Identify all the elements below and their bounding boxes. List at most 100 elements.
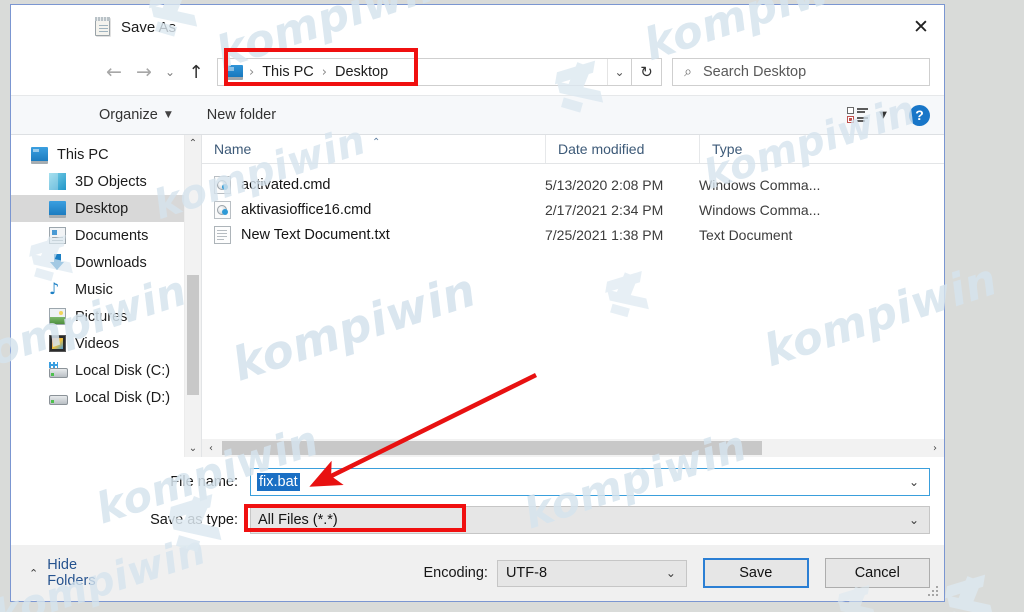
hide-folders-button[interactable]: ⌃ Hide Folders (29, 557, 123, 589)
sidebar-list: This PC 3D Objects Desktop Documents Downloa… (11, 135, 184, 457)
sidebar-item-desktop[interactable]: Desktop (11, 195, 184, 222)
sidebar-item-3d-objects[interactable]: 3D Objects (11, 168, 184, 195)
column-header-type[interactable]: Type (699, 135, 944, 163)
chevron-down-icon[interactable]: ⌄ (666, 566, 676, 580)
file-name-cell[interactable]: New Text Document.txt (202, 225, 545, 244)
filename-input[interactable]: fix.bat ⌄ (250, 468, 930, 496)
file-type-cell: Windows Comma... (699, 201, 821, 218)
file-name-text: activated.cmd (241, 176, 331, 193)
savetype-row: Save as type: All Files (*.*) ⌄ (11, 505, 944, 535)
view-layout-icon[interactable] (847, 107, 869, 123)
sidebar-item-label: Local Disk (D:) (75, 389, 171, 406)
scroll-up-icon[interactable]: ⌃ (185, 135, 201, 152)
sidebar-item-label: Documents (75, 227, 149, 244)
savetype-select[interactable]: All Files (*.*) ⌄ (250, 506, 930, 534)
filename-value[interactable]: fix.bat (257, 473, 300, 491)
encoding-group: Encoding: UTF-8 ⌄ (423, 559, 687, 587)
save-button[interactable]: Save (702, 558, 809, 588)
sidebar-item-label: Pictures (75, 308, 128, 325)
file-name-text: New Text Document.txt (241, 226, 390, 243)
resize-grip[interactable] (928, 586, 939, 597)
new-folder-button[interactable]: New folder (207, 107, 276, 123)
sidebar-item-music[interactable]: ♪ Music (11, 276, 184, 303)
sidebar-scroll-thumb[interactable] (187, 275, 199, 395)
sidebar-scrollbar[interactable]: ⌃ ⌄ (184, 135, 201, 457)
filename-row: File name: fix.bat ⌄ (11, 467, 944, 497)
recent-locations-button[interactable]: ⌄ (159, 65, 181, 79)
table-row[interactable]: aktivasioffice16.cmd 2/17/2021 2:34 PM Win… (202, 197, 944, 222)
file-list: activated.cmd 5/13/2020 2:08 PM Windows Co… (202, 164, 944, 439)
sidebar-item-this-pc[interactable]: This PC (11, 141, 184, 168)
sidebar-item-videos[interactable]: Videos (11, 330, 184, 357)
chevron-down-icon[interactable]: ⌄ (909, 475, 919, 489)
sidebar-item-documents[interactable]: Documents (11, 222, 184, 249)
sort-ascending-icon: ⌃ (372, 137, 381, 148)
help-icon[interactable]: ? (909, 104, 930, 126)
chevron-down-icon: ▼ (164, 110, 172, 120)
hscroll-thumb[interactable] (222, 441, 762, 455)
breadcrumb-separator: › (321, 64, 327, 80)
encoding-select[interactable]: UTF-8 ⌄ (496, 559, 687, 587)
cmd-file-icon (214, 175, 231, 194)
breadcrumb-separator: › (249, 64, 255, 80)
pictures-icon (49, 308, 66, 325)
dialog-content: This PC 3D Objects Desktop Documents Downloa… (11, 135, 944, 457)
table-row[interactable]: activated.cmd 5/13/2020 2:08 PM Windows Co… (202, 172, 944, 197)
savetype-label: Save as type: (150, 512, 238, 528)
back-button[interactable]: ← (99, 57, 129, 87)
sidebar-item-label: 3D Objects (75, 173, 147, 190)
desktop-icon (49, 201, 66, 218)
file-name-cell[interactable]: aktivasioffice16.cmd (202, 200, 545, 219)
save-form: File name: fix.bat ⌄ Save as type: All F… (11, 457, 944, 545)
file-type-cell: Windows Comma... (699, 176, 821, 193)
hdd-c-icon (49, 362, 68, 379)
sidebar-item-downloads[interactable]: Downloads (11, 249, 184, 276)
table-row[interactable]: New Text Document.txt 7/25/2021 1:38 PM Te… (202, 222, 944, 247)
breadcrumb-desktop[interactable]: Desktop (333, 64, 390, 80)
column-header-date-modified[interactable]: Date modified (545, 135, 699, 163)
up-button[interactable]: ↑ (181, 62, 211, 83)
sidebar-item-label: Desktop (75, 200, 129, 217)
search-icon: ⌕ (684, 64, 692, 80)
sidebar-item-local-disk-c[interactable]: Local Disk (C:) (11, 357, 184, 384)
window-title: Save As (121, 18, 177, 36)
save-as-dialog: Save As ✕ ← → ⌄ ↑ › This PC › Desktop ⌄ … (10, 4, 945, 602)
hscroll-track[interactable] (220, 439, 926, 457)
scroll-left-icon[interactable]: ‹ (202, 443, 220, 454)
scroll-right-icon[interactable]: › (926, 443, 944, 454)
music-icon: ♪ (49, 279, 60, 298)
chevron-down-icon[interactable]: ⌄ (909, 513, 919, 527)
chevron-down-icon[interactable]: ⌄ (607, 59, 631, 85)
sidebar-item-label: This PC (57, 146, 109, 163)
file-name-cell[interactable]: activated.cmd (202, 175, 545, 194)
command-toolbar: Organize ▼ New folder ▼ ? (11, 95, 944, 135)
refresh-icon[interactable]: ↻ (632, 58, 662, 86)
encoding-value: UTF-8 (505, 565, 548, 581)
address-bar[interactable]: › This PC › Desktop ⌄ (217, 58, 632, 86)
view-controls: ▼ ? (847, 104, 944, 126)
title-bar: Save As ✕ (11, 5, 944, 49)
watermark-logo-icon (944, 574, 1006, 612)
forward-button[interactable]: → (129, 57, 159, 87)
file-date-cell: 2/17/2021 2:34 PM (545, 201, 664, 218)
organize-button[interactable]: Organize ▼ (99, 107, 172, 123)
column-label: Name (214, 141, 252, 157)
scroll-down-icon[interactable]: ⌄ (185, 440, 201, 457)
downloads-icon (49, 254, 66, 271)
file-type-cell: Text Document (699, 226, 793, 243)
navigation-pane: This PC 3D Objects Desktop Documents Downloa… (11, 135, 201, 457)
documents-icon (49, 227, 66, 244)
hide-folders-label: Hide Folders (47, 557, 96, 589)
sidebar-item-label: Local Disk (C:) (75, 362, 171, 379)
cancel-button[interactable]: Cancel (824, 558, 930, 588)
sidebar-item-label: Downloads (75, 254, 147, 271)
sidebar-item-pictures[interactable]: Pictures (11, 303, 184, 330)
close-icon[interactable]: ✕ (898, 5, 944, 49)
search-input[interactable]: ⌕ Search Desktop (672, 58, 930, 86)
search-placeholder: Search Desktop (703, 64, 807, 80)
chevron-down-icon[interactable]: ▼ (879, 110, 887, 121)
sidebar-item-local-disk-d[interactable]: Local Disk (D:) (11, 384, 184, 411)
breadcrumb-this-pc[interactable]: This PC (260, 64, 316, 80)
horizontal-scrollbar[interactable]: ‹ › (202, 439, 944, 457)
column-header-name[interactable]: Name ⌃ (202, 135, 545, 163)
